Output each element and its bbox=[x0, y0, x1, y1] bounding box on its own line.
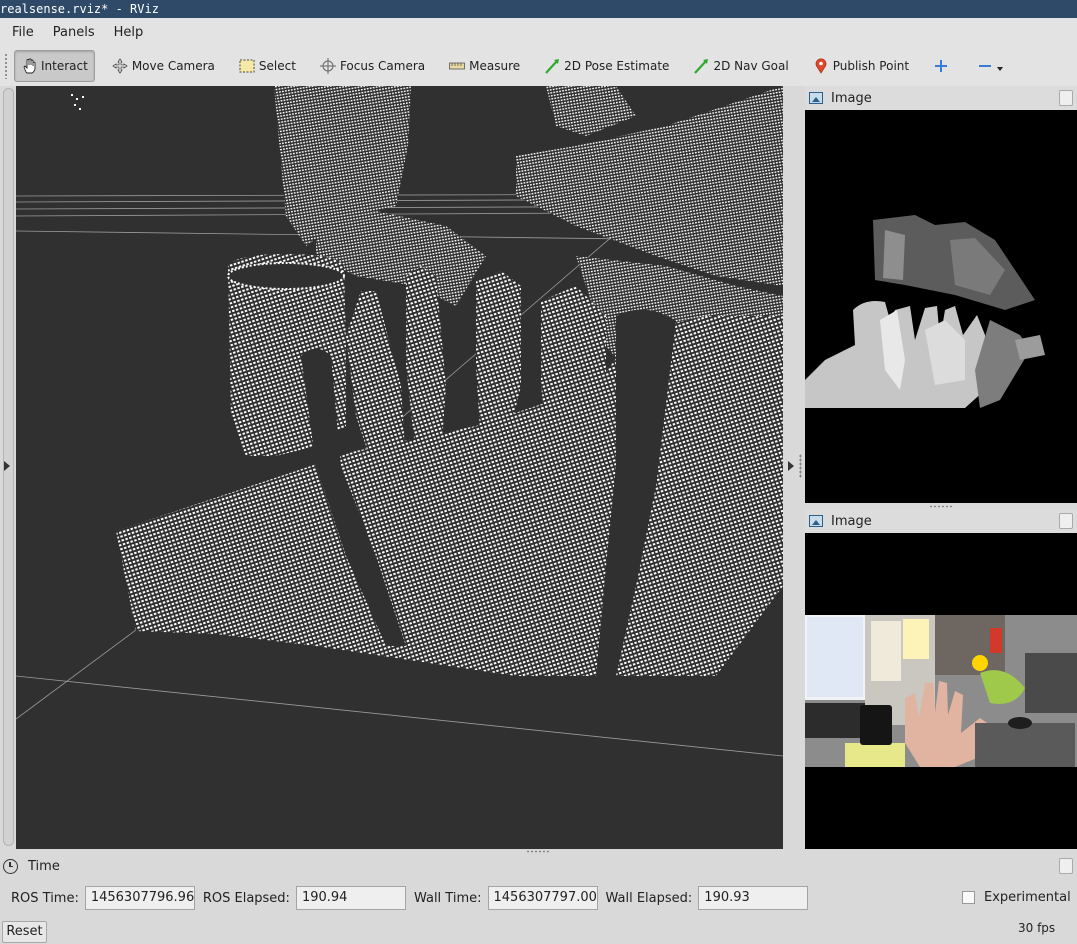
green-goal-arrow-icon bbox=[693, 58, 709, 74]
toolbar-grip[interactable] bbox=[4, 53, 8, 79]
map-pin-icon bbox=[813, 58, 829, 74]
menu-help-label: Help bbox=[113, 24, 144, 40]
move-camera-tool-button[interactable]: Move Camera bbox=[105, 50, 222, 82]
color-image-panel-header: Image bbox=[805, 509, 1077, 533]
wall-elapsed-field[interactable]: 190.93 bbox=[698, 886, 809, 910]
time-values-row: ROS Time: 1456307796.96 ROS Elapsed: 190… bbox=[0, 886, 1077, 910]
wall-time-label: Wall Time: bbox=[413, 890, 482, 906]
fps-readout: 30 fps bbox=[1018, 921, 1056, 935]
point-cloud-render bbox=[16, 86, 783, 757]
green-arrow-icon bbox=[544, 58, 560, 74]
3d-render-view[interactable] bbox=[16, 86, 783, 849]
experimental-option[interactable]: Experimental bbox=[962, 890, 1071, 905]
publish-point-label: Publish Point bbox=[832, 59, 910, 73]
ros-elapsed-label: ROS Elapsed: bbox=[202, 890, 290, 906]
depth-image-view bbox=[805, 110, 1077, 503]
select-tool-button[interactable]: Select bbox=[232, 50, 303, 82]
crosshair-icon bbox=[319, 58, 336, 74]
window-title: realsense.rviz* - RViz bbox=[0, 0, 1077, 18]
minus-icon bbox=[977, 58, 993, 74]
image-icon bbox=[809, 515, 823, 527]
depth-image-panel-title: Image bbox=[831, 90, 872, 106]
depth-image-panel: Image bbox=[805, 86, 1077, 504]
undock-button[interactable] bbox=[1059, 90, 1073, 106]
ruler-icon bbox=[449, 58, 466, 74]
move-camera-label: Move Camera bbox=[131, 59, 215, 73]
left-dock-collapse-strip[interactable] bbox=[0, 86, 16, 849]
experimental-label: Experimental bbox=[984, 890, 1071, 905]
collapse-right-arrow-icon[interactable] bbox=[788, 461, 794, 471]
menu-help[interactable]: Help bbox=[114, 25, 144, 40]
color-image-panel: Image bbox=[805, 509, 1077, 849]
select-label: Select bbox=[258, 59, 296, 73]
focus-camera-tool-button[interactable]: Focus Camera bbox=[313, 50, 432, 82]
nav-goal-label: 2D Nav Goal bbox=[713, 59, 789, 73]
depth-image bbox=[805, 110, 1077, 503]
color-camera-image bbox=[805, 533, 1077, 849]
ros-elapsed-field[interactable]: 190.94 bbox=[295, 886, 406, 910]
menu-panels-label: Panels bbox=[52, 24, 95, 40]
clock-icon bbox=[3, 858, 18, 874]
menu-file-label: File bbox=[12, 24, 34, 40]
image-icon bbox=[809, 92, 823, 104]
pose-estimate-label: 2D Pose Estimate bbox=[564, 59, 670, 73]
depth-image-panel-header: Image bbox=[805, 86, 1077, 110]
interact-label: Interact bbox=[41, 59, 88, 73]
reset-button[interactable]: Reset bbox=[2, 921, 47, 943]
dock-splitter-handle[interactable] bbox=[799, 454, 802, 478]
selection-box-icon bbox=[239, 58, 255, 74]
time-panel: Time ROS Time: 1456307796.96 ROS Elapsed… bbox=[0, 853, 1077, 944]
menu-file[interactable]: File bbox=[12, 25, 34, 40]
interact-tool-button[interactable]: Interact bbox=[14, 50, 95, 82]
remove-tool-button[interactable] bbox=[970, 50, 1010, 82]
focus-camera-label: Focus Camera bbox=[339, 59, 426, 73]
panel-splitter-handle[interactable] bbox=[929, 505, 953, 508]
experimental-checkbox[interactable] bbox=[962, 891, 975, 904]
expand-left-arrow-icon[interactable] bbox=[4, 461, 10, 471]
hand-icon bbox=[21, 58, 37, 74]
publish-point-tool-button[interactable]: Publish Point bbox=[806, 50, 916, 82]
add-tool-button[interactable] bbox=[926, 50, 960, 82]
menu-panels[interactable]: Panels bbox=[53, 25, 95, 40]
plus-icon bbox=[933, 58, 949, 74]
menu-bar: File Panels Help bbox=[0, 18, 1077, 46]
color-image-panel-title: Image bbox=[831, 513, 872, 529]
tool-bar: Interact Move Camera Select Focus Camera… bbox=[0, 46, 1077, 86]
ros-time-field[interactable]: 1456307796.96 bbox=[84, 886, 195, 910]
undock-button[interactable] bbox=[1059, 513, 1073, 529]
color-image-view bbox=[805, 533, 1077, 849]
measure-label: Measure bbox=[469, 59, 521, 73]
time-panel-title: Time bbox=[28, 858, 60, 874]
wall-time-field[interactable]: 1456307797.00 bbox=[487, 886, 598, 910]
measure-tool-button[interactable]: Measure bbox=[442, 50, 527, 82]
move-arrows-icon bbox=[112, 58, 128, 74]
time-panel-header: Time bbox=[0, 853, 1077, 879]
right-dock-collapse-strip[interactable] bbox=[783, 86, 805, 849]
wall-elapsed-label: Wall Elapsed: bbox=[605, 890, 693, 906]
undock-button[interactable] bbox=[1059, 858, 1073, 874]
pose-estimate-tool-button[interactable]: 2D Pose Estimate bbox=[537, 50, 676, 82]
chevron-down-icon[interactable] bbox=[997, 67, 1004, 71]
ros-time-label: ROS Time: bbox=[11, 890, 79, 906]
nav-goal-tool-button[interactable]: 2D Nav Goal bbox=[686, 50, 795, 82]
